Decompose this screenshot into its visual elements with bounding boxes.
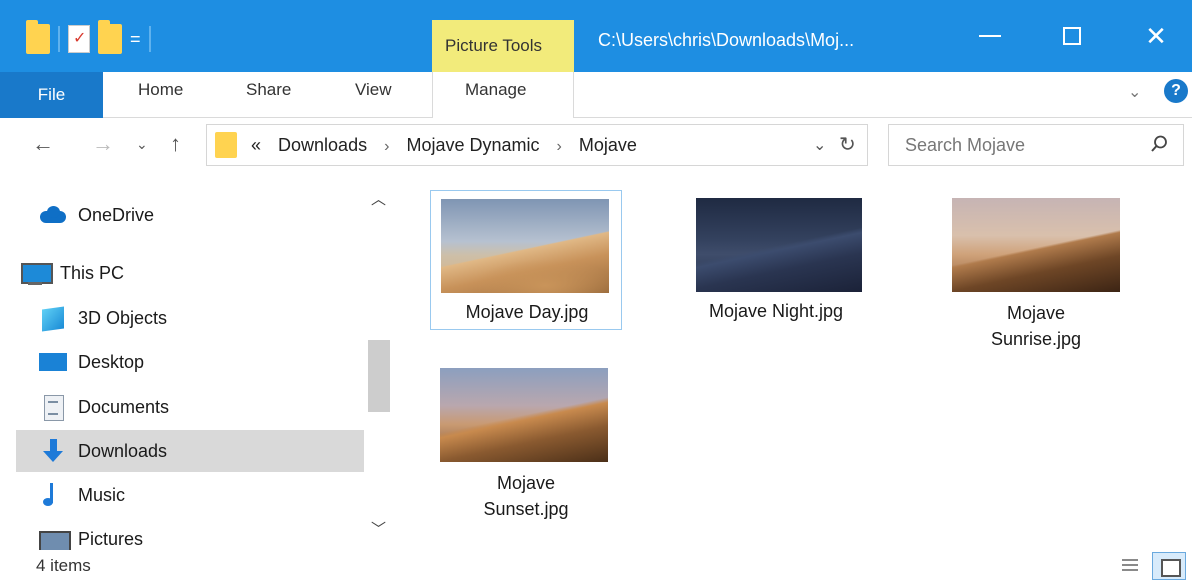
sidebar-item-documents[interactable]: Documents [16,386,364,428]
up-arrow-icon[interactable]: ↑ [170,131,181,157]
folder-icon [215,132,237,158]
sidebar-item-label: OneDrive [78,204,155,225]
chevron-right-icon[interactable]: › [384,138,389,155]
scroll-up-icon[interactable]: ︿ [371,188,386,209]
window-title: C:\Users\chris\Downloads\Moj... [598,30,855,50]
sidebar-item-desktop[interactable]: Desktop [16,341,364,383]
sidebar-item-label: Documents [78,396,170,417]
file-item-mojave-sunset[interactable]: Mojave Sunset.jpg [430,360,622,530]
toolbar-separator [58,26,60,52]
large-icons-view-icon[interactable] [1152,552,1186,580]
forward-arrow-icon[interactable]: → [92,131,114,157]
sidebar-item-label: Music [78,484,126,505]
recent-locations-icon[interactable]: ⌄ [136,136,148,153]
minimize-icon [979,35,1001,37]
scroll-down-icon[interactable]: ﹀ [371,518,386,539]
documents-icon [38,395,68,421]
image-thumbnail [441,199,609,293]
item-count: 4 items [36,556,91,575]
navigation-pane: OneDrive This PC 3D Objects Desktop Docu… [16,184,364,550]
sidebar-item-downloads[interactable]: Downloads [16,430,364,472]
sidebar-item-label: This PC [60,262,125,283]
folder-icon[interactable] [26,20,50,54]
file-name: Mojave Night.jpg [708,301,844,321]
file-list: Mojave Day.jpg Mojave Night.jpg Mojave S… [400,180,1192,550]
quick-access-toolbar: = [26,20,151,56]
file-item-mojave-night[interactable]: Mojave Night.jpg [678,190,870,330]
sidebar-item-pictures[interactable]: Pictures [16,518,364,550]
back-arrow-icon[interactable]: ← [32,131,54,157]
close-icon: ✕ [1145,21,1167,51]
navigation-pane-scrollbar[interactable]: ︿ ﹀ [366,184,392,550]
image-thumbnail [952,198,1120,292]
chevron-right-icon[interactable]: › [557,138,562,155]
tab-file[interactable]: File [0,72,103,118]
downloads-icon [38,439,68,463]
tab-view[interactable]: View [355,80,392,100]
expand-ribbon-icon[interactable]: ⌄ [1128,82,1141,102]
file-name-line1: Mojave [1006,303,1066,323]
music-icon [38,483,68,507]
title-bar: = Picture Tools C:\Users\chris\Downloads… [0,0,1192,72]
tab-share[interactable]: Share [246,80,291,100]
image-thumbnail [696,198,862,292]
sidebar-item-label: Desktop [78,351,145,372]
details-view-icon[interactable] [1118,554,1142,578]
file-name-line2: Sunset.jpg [483,499,569,519]
properties-icon[interactable] [68,25,90,53]
3d-objects-icon [38,306,68,330]
breadcrumb: « Downloads › Mojave Dynamic › Mojave [251,135,637,156]
breadcrumb-downloads[interactable]: Downloads [278,135,367,155]
desktop-icon [38,350,68,374]
picture-tools-context-tab: Picture Tools [432,20,574,72]
scrollbar-thumb[interactable] [368,340,390,412]
search-icon[interactable] [1149,134,1169,154]
breadcrumb-overflow[interactable]: « [251,135,261,155]
toolbar-separator [148,26,151,52]
ribbon-tabs: File Home Share View Manage ⌄ ? [0,72,1192,118]
customize-toolbar-icon[interactable]: = [130,30,141,48]
sidebar-item-label: Downloads [78,440,168,461]
status-bar: 4 items [0,550,1192,583]
tab-home[interactable]: Home [138,80,183,100]
onedrive-icon [38,203,68,227]
sidebar-item-label: 3D Objects [78,307,168,328]
sidebar-item-onedrive[interactable]: OneDrive [16,194,364,236]
sidebar-item-music[interactable]: Music [16,474,364,516]
file-name: Mojave Day.jpg [465,302,589,322]
sidebar-item-3d-objects[interactable]: 3D Objects [16,297,364,339]
breadcrumb-mojave-dynamic[interactable]: Mojave Dynamic [406,135,539,155]
maximize-icon [1063,27,1081,45]
new-folder-icon[interactable] [98,20,122,54]
address-bar[interactable]: « Downloads › Mojave Dynamic › Mojave ⌄ … [206,124,868,166]
navigation-bar: ← → ⌄ ↑ « Downloads › Mojave Dynamic › M… [0,118,1192,174]
sidebar-item-label: Pictures [78,528,144,549]
search-placeholder: Search Mojave [905,135,1026,155]
file-item-mojave-sunrise[interactable]: Mojave Sunrise.jpg [936,190,1128,360]
chevron-down-icon[interactable]: ⌄ [813,135,826,155]
pictures-icon [38,527,71,550]
tab-manage[interactable]: Manage [465,80,526,100]
picture-tools-label: Picture Tools [445,36,543,55]
this-pc-icon [20,261,53,285]
file-name-line2: Sunrise.jpg [990,329,1082,349]
refresh-icon[interactable]: ↻ [839,132,856,157]
file-item-mojave-day[interactable]: Mojave Day.jpg [430,190,622,330]
maximize-button[interactable] [1042,16,1102,56]
file-name-line1: Mojave [496,473,556,493]
search-input[interactable]: Search Mojave [888,124,1184,166]
sidebar-item-this-pc[interactable]: This PC [16,252,346,294]
minimize-button[interactable] [960,16,1020,56]
image-thumbnail [440,368,608,462]
help-icon[interactable]: ? [1164,79,1188,103]
close-button[interactable]: ✕ [1126,16,1186,56]
breadcrumb-mojave[interactable]: Mojave [579,135,637,155]
